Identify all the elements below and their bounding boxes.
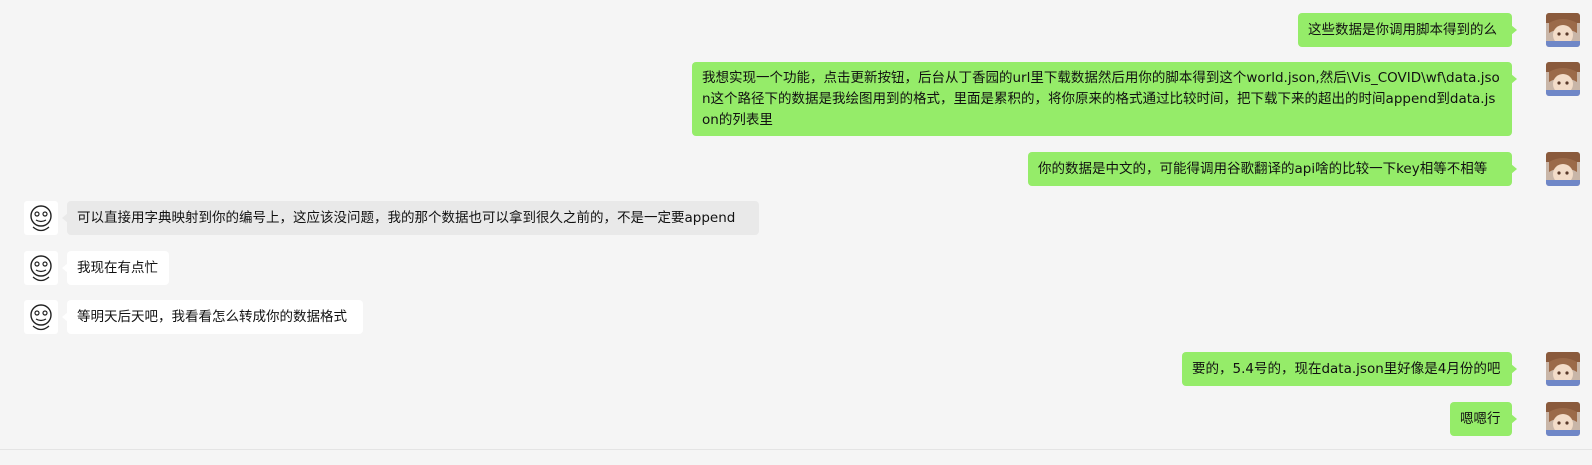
chat-message-list[interactable]: 这些数据是你调用脚本得到的么 我想实现一个功能，点击更新按钮，后台从丁香园的ur… bbox=[0, 0, 1592, 465]
peer-avatar-icon[interactable] bbox=[24, 201, 58, 235]
message-bubble-self[interactable]: 嗯嗯行 bbox=[1450, 402, 1517, 436]
peer-avatar-icon[interactable] bbox=[24, 300, 58, 334]
message-bubble-self[interactable]: 我想实现一个功能，点击更新按钮，后台从丁香园的url里下载数据然后用你的脚本得到… bbox=[692, 62, 1517, 136]
message-bubble-peer[interactable]: 我现在有点忙 bbox=[62, 251, 169, 285]
message-bubble-self[interactable]: 要的，5.4号的，现在data.json里好像是4月份的吧 bbox=[1182, 352, 1517, 386]
input-toolbar[interactable] bbox=[0, 450, 1592, 465]
self-avatar-icon[interactable] bbox=[1546, 13, 1580, 47]
self-avatar-icon[interactable] bbox=[1546, 152, 1580, 186]
message-bubble-self[interactable]: 你的数据是中文的，可能得调用谷歌翻译的api啥的比较一下key相等不相等 bbox=[1028, 152, 1517, 186]
self-avatar-icon[interactable] bbox=[1546, 62, 1580, 96]
message-bubble-self[interactable]: 这些数据是你调用脚本得到的么 bbox=[1298, 13, 1517, 47]
peer-avatar-icon[interactable] bbox=[24, 251, 58, 285]
message-bubble-peer[interactable]: 等明天后天吧，我看看怎么转成你的数据格式 bbox=[62, 300, 363, 334]
self-avatar-icon[interactable] bbox=[1546, 352, 1580, 386]
self-avatar-icon[interactable] bbox=[1546, 402, 1580, 436]
message-bubble-peer[interactable]: 可以直接用字典映射到你的编号上，这应该没问题，我的那个数据也可以拿到很久之前的，… bbox=[62, 201, 759, 235]
